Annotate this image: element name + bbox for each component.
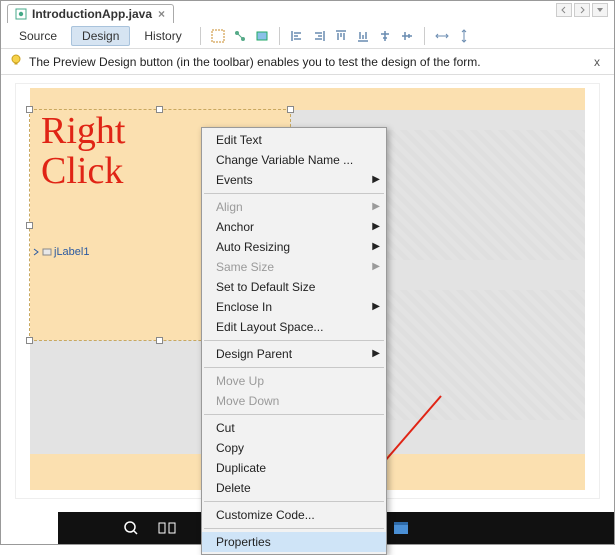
label-icon <box>42 247 52 257</box>
close-icon[interactable]: × <box>156 7 167 21</box>
file-tab-label: IntroductionApp.java <box>32 7 152 21</box>
center-vert-icon[interactable] <box>398 27 416 45</box>
separator <box>204 367 384 368</box>
java-file-icon <box>14 7 28 21</box>
align-bottom-icon[interactable] <box>354 27 372 45</box>
file-tabs-row: IntroductionApp.java × <box>1 1 614 23</box>
menu-same-size: Same Size▶ <box>202 257 386 277</box>
separator <box>279 27 280 45</box>
resize-handle[interactable] <box>26 106 33 113</box>
chevron-right-icon: ▶ <box>372 174 380 185</box>
dropdown-button[interactable] <box>592 3 608 17</box>
menu-anchor[interactable]: Anchor▶ <box>202 217 386 237</box>
menu-move-up: Move Up <box>202 371 386 391</box>
taskbar-app-generic[interactable] <box>388 516 414 540</box>
menu-customize-code[interactable]: Customize Code... <box>202 505 386 525</box>
menu-change-variable-name[interactable]: Change Variable Name ... <box>202 150 386 170</box>
menu-duplicate[interactable]: Duplicate <box>202 458 386 478</box>
separator <box>204 340 384 341</box>
resize-handle[interactable] <box>26 337 33 344</box>
separator <box>204 193 384 194</box>
menu-edit-layout-space[interactable]: Edit Layout Space... <box>202 317 386 337</box>
editor-toolbar: Source Design History <box>1 23 614 49</box>
resize-vert-icon[interactable] <box>455 27 473 45</box>
taskbar-search-icon[interactable] <box>118 516 144 540</box>
label-text: jLabel1 <box>54 246 89 258</box>
taskbar-taskview-icon[interactable] <box>154 516 180 540</box>
label-component[interactable]: jLabel1 <box>32 246 89 258</box>
chevron-right-icon: ▶ <box>372 201 380 212</box>
menu-set-default-size[interactable]: Set to Default Size <box>202 277 386 297</box>
menu-align: Align▶ <box>202 197 386 217</box>
tab-row-controls <box>556 3 608 17</box>
scroll-left-button[interactable] <box>556 3 572 17</box>
separator <box>200 27 201 45</box>
menu-edit-text[interactable]: Edit Text <box>202 130 386 150</box>
hint-bar: The Preview Design button (in the toolba… <box>1 49 614 75</box>
hint-close-button[interactable]: x <box>588 55 606 69</box>
center-horiz-icon[interactable] <box>376 27 394 45</box>
hint-text: The Preview Design button (in the toolba… <box>29 55 582 69</box>
chevron-right-icon: ▶ <box>372 241 380 252</box>
selection-mode-icon[interactable] <box>209 27 227 45</box>
resize-horiz-icon[interactable] <box>433 27 451 45</box>
resize-handle[interactable] <box>26 222 33 229</box>
tab-design[interactable]: Design <box>71 26 130 46</box>
align-right-icon[interactable] <box>310 27 328 45</box>
context-menu: Edit Text Change Variable Name ... Event… <box>201 127 387 555</box>
menu-delete[interactable]: Delete <box>202 478 386 498</box>
tab-source[interactable]: Source <box>9 27 67 45</box>
menu-enclose-in[interactable]: Enclose In▶ <box>202 297 386 317</box>
menu-cut[interactable]: Cut <box>202 418 386 438</box>
menu-copy[interactable]: Copy <box>202 438 386 458</box>
resize-handle[interactable] <box>156 106 163 113</box>
separator <box>204 528 384 529</box>
separator <box>204 414 384 415</box>
scroll-right-button[interactable] <box>574 3 590 17</box>
chevron-right-icon: ▶ <box>372 301 380 312</box>
chevron-right-icon: ▶ <box>372 221 380 232</box>
menu-events[interactable]: Events▶ <box>202 170 386 190</box>
align-top-icon[interactable] <box>332 27 350 45</box>
chevron-right-icon: ▶ <box>372 348 380 359</box>
separator <box>204 501 384 502</box>
lightbulb-icon <box>9 53 23 70</box>
chevron-right-icon <box>32 248 40 256</box>
resize-handle[interactable] <box>287 106 294 113</box>
tab-history[interactable]: History <box>134 27 191 45</box>
preview-design-icon[interactable] <box>253 27 271 45</box>
menu-move-down: Move Down <box>202 391 386 411</box>
form-edge-top <box>30 88 585 110</box>
chevron-right-icon: ▶ <box>372 261 380 272</box>
file-tab[interactable]: IntroductionApp.java × <box>7 4 174 23</box>
connection-mode-icon[interactable] <box>231 27 249 45</box>
menu-properties[interactable]: Properties <box>202 532 386 552</box>
align-left-icon[interactable] <box>288 27 306 45</box>
menu-auto-resizing[interactable]: Auto Resizing▶ <box>202 237 386 257</box>
resize-handle[interactable] <box>156 337 163 344</box>
separator <box>424 27 425 45</box>
menu-design-parent[interactable]: Design Parent▶ <box>202 344 386 364</box>
